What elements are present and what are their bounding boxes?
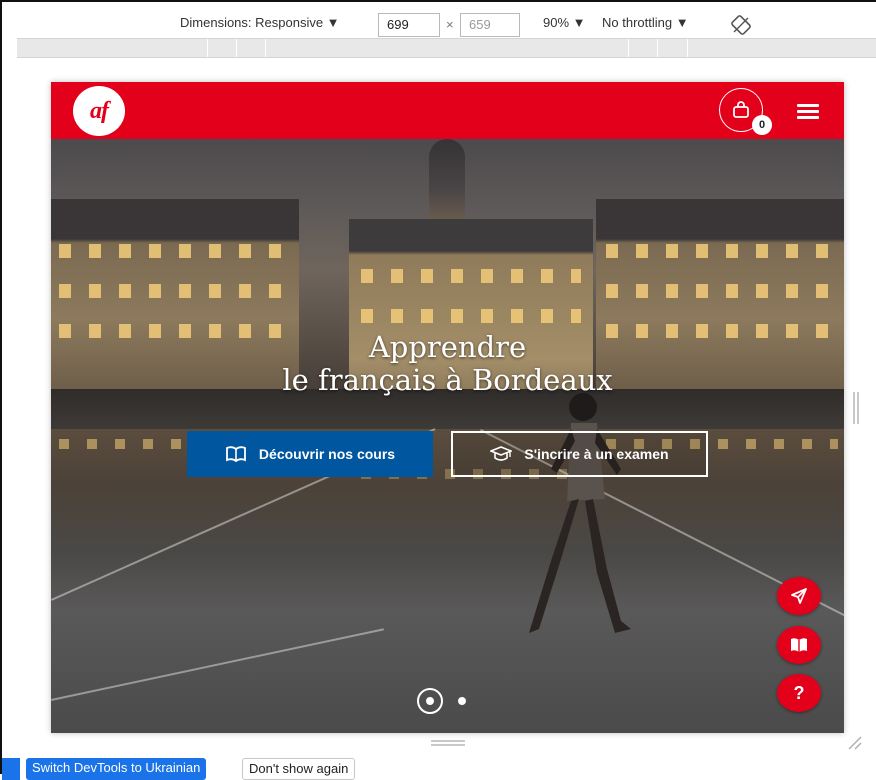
- zoom-dropdown[interactable]: 90% ▼: [543, 15, 586, 30]
- devtools-infobar: Switch DevTools to Ukrainian Don't show …: [2, 756, 876, 780]
- site-header: af 0: [51, 82, 844, 139]
- register-exam-label: S'incrire à un examen: [524, 446, 669, 462]
- device-viewport: af 0 Apprendre le français à Bordeaux Dé…: [51, 82, 844, 733]
- throttling-dropdown[interactable]: No throttling ▼: [602, 15, 689, 30]
- media-query-ruler[interactable]: [17, 38, 876, 58]
- hero-title: Apprendre le français à Bordeaux: [51, 331, 844, 397]
- dimensions-dropdown[interactable]: Dimensions: Responsive ▼: [180, 15, 340, 30]
- viewport-resize-handle-bottom[interactable]: [431, 740, 465, 746]
- site-logo[interactable]: af: [73, 86, 125, 136]
- rotate-icon[interactable]: [730, 14, 752, 36]
- open-book-icon: [226, 446, 246, 463]
- help-fab[interactable]: ?: [777, 674, 821, 712]
- width-input[interactable]: 699: [378, 13, 440, 37]
- switch-language-button[interactable]: Switch DevTools to Ukrainian: [26, 758, 207, 780]
- hero-title-line1: Apprendre: [368, 330, 527, 364]
- cart-count-badge: 0: [752, 115, 772, 135]
- dimension-separator: ×: [446, 17, 454, 32]
- carousel-dot-1[interactable]: [417, 688, 443, 714]
- shopping-bag-icon: [733, 101, 749, 118]
- discover-courses-button[interactable]: Découvrir nos cours: [187, 431, 433, 477]
- paper-plane-icon: [791, 588, 807, 604]
- discover-courses-label: Découvrir nos cours: [258, 446, 396, 462]
- book-icon: [791, 638, 807, 652]
- help-question-icon: ?: [793, 682, 805, 703]
- building-dome: [429, 139, 465, 224]
- viewport-resize-handle-right[interactable]: [853, 392, 859, 424]
- resize-corner-icon[interactable]: [846, 734, 862, 750]
- dont-show-again-button[interactable]: Don't show again: [242, 758, 356, 780]
- hamburger-menu-icon[interactable]: [795, 101, 821, 121]
- hero-banner: Apprendre le français à Bordeaux Découvr…: [51, 139, 844, 733]
- carousel-dot-2[interactable]: [458, 697, 466, 705]
- device-toolbar: Dimensions: Responsive ▼ 699 × 659 90% ▼…: [2, 2, 876, 38]
- register-exam-button[interactable]: S'incrire à un examen: [451, 431, 708, 477]
- contact-fab[interactable]: [777, 577, 821, 615]
- logo-text: af: [90, 97, 109, 124]
- dimensions-label: Dimensions: Responsive ▼: [180, 15, 340, 30]
- infobar-edge: [2, 758, 20, 780]
- cart-button[interactable]: 0: [719, 88, 772, 135]
- height-input[interactable]: 659: [460, 13, 520, 37]
- brochure-fab[interactable]: [777, 626, 821, 664]
- graduation-cap-icon: [490, 446, 513, 461]
- hero-title-line2: le français à Bordeaux: [282, 363, 613, 397]
